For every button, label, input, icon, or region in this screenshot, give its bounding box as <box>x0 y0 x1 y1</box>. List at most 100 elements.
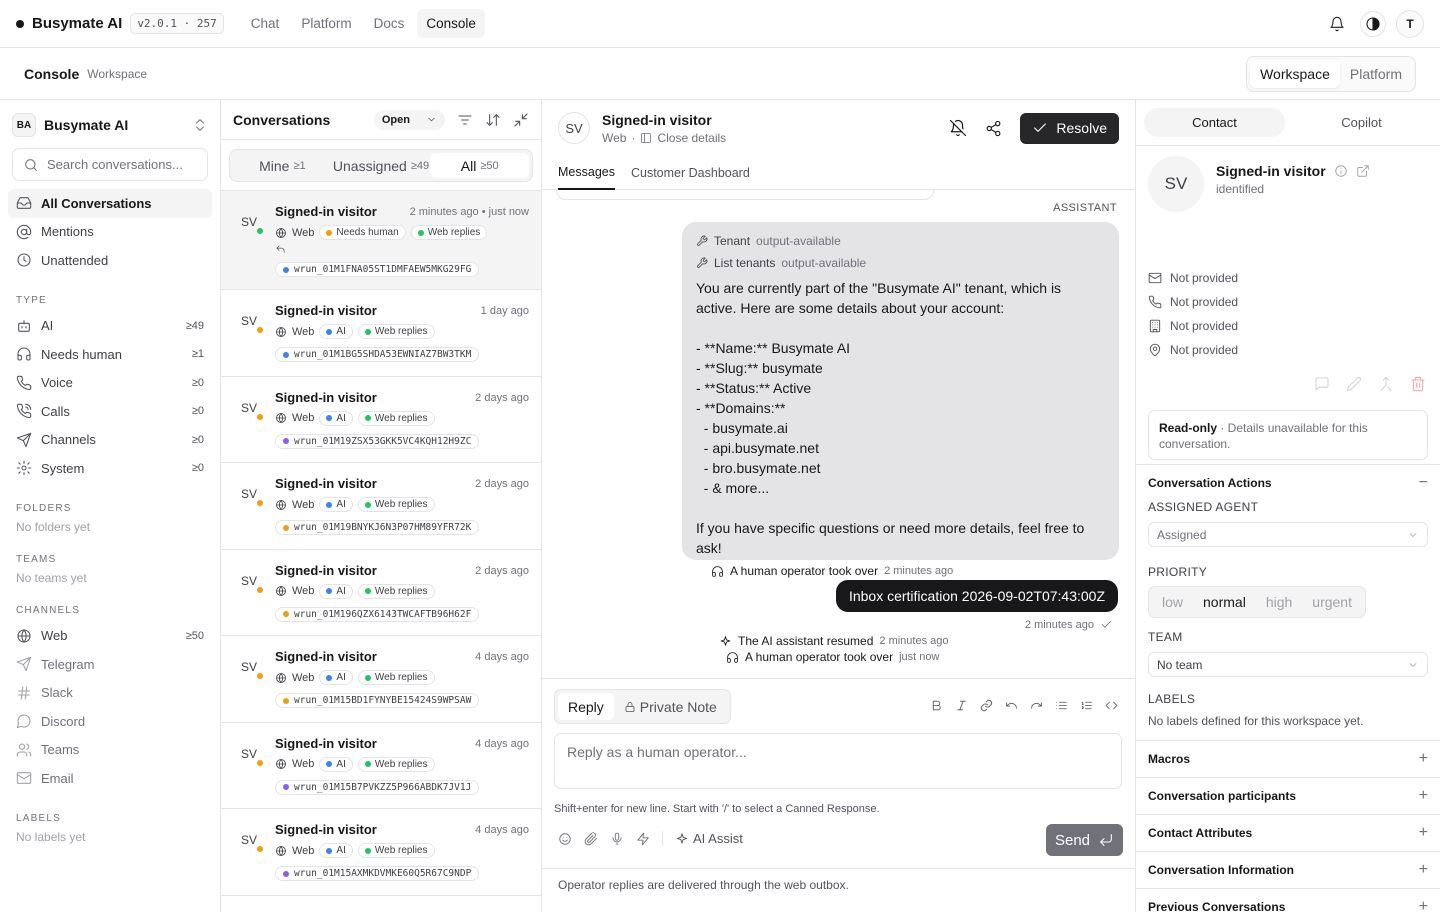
resolve-button[interactable]: Resolve <box>1020 112 1119 144</box>
conversation-row[interactable]: SV Signed-in visitor 4 days ago Web AI Web re… <box>221 809 541 896</box>
tab-mine[interactable]: Mine ≥1 <box>233 153 332 178</box>
section-conversation-information[interactable]: Conversation Information + <box>1136 851 1440 888</box>
status-filter-dropdown[interactable]: Open <box>373 109 445 130</box>
sidebar-item-channels[interactable]: Channels ≥0 <box>8 426 212 455</box>
conversation-row[interactable]: SV Signed-in visitor 4 days ago Web AI Web re… <box>221 723 541 809</box>
sidebar-item-unattended[interactable]: Unattended <box>8 246 212 275</box>
sidebar-item-telegram[interactable]: Telegram <box>8 650 212 679</box>
tab-unassigned[interactable]: Unassigned ≥49 <box>332 153 431 178</box>
info-icon[interactable] <box>1334 164 1348 178</box>
tab-private-note[interactable]: Private Note <box>614 693 727 720</box>
section-macros[interactable]: Macros + <box>1136 740 1440 777</box>
collapse-minus-icon[interactable]: − <box>1419 474 1428 492</box>
conversation-row[interactable]: SV Signed-in visitor 2 minutes ago • just … <box>221 191 541 290</box>
sidebar-item-all-conversations[interactable]: All Conversations <box>8 189 212 218</box>
mail-icon <box>16 770 32 786</box>
sidebar-item-slack[interactable]: Slack <box>8 679 212 708</box>
section-conversation-participants[interactable]: Conversation participants + <box>1136 777 1440 814</box>
composer-tools: AI Assist <box>558 831 743 846</box>
tool-call-list-tenants[interactable]: List tenants output-available <box>696 252 1105 274</box>
edit-icon[interactable] <box>1346 376 1362 392</box>
event-text: A human operator took over <box>730 564 879 578</box>
priority-low[interactable]: low <box>1152 590 1193 614</box>
theme-toggle-icon[interactable] <box>1360 10 1386 37</box>
code-icon[interactable] <box>1105 699 1118 712</box>
numbered-list-icon[interactable] <box>1080 699 1093 712</box>
tab-messages[interactable]: Messages <box>558 156 615 190</box>
user-avatar[interactable]: T <box>1396 9 1424 38</box>
merge-icon[interactable] <box>1378 376 1394 392</box>
reply-input[interactable]: Reply as a human operator... <box>554 733 1122 789</box>
brand-name[interactable]: Busymate AI <box>32 15 122 32</box>
expand-plus-icon[interactable]: + <box>1419 787 1428 805</box>
bell-off-icon[interactable] <box>949 119 967 137</box>
expand-plus-icon[interactable]: + <box>1419 824 1428 842</box>
share-icon[interactable] <box>985 120 1002 137</box>
conversation-row[interactable]: SV Signed-in visitor 4 days ago Web AI Web re… <box>221 636 541 723</box>
sidebar-item-voice[interactable]: Voice ≥0 <box>8 369 212 398</box>
priority-normal[interactable]: normal <box>1193 590 1256 614</box>
ai-assist-button[interactable]: AI Assist <box>662 831 743 846</box>
sidebar-item-email[interactable]: Email <box>8 764 212 793</box>
nav-docs[interactable]: Docs <box>365 9 414 38</box>
assigned-agent-select[interactable]: Assigned <box>1148 522 1428 547</box>
sidebar-item-calls[interactable]: Calls ≥0 <box>8 397 212 426</box>
send-button[interactable]: Send <box>1046 824 1123 856</box>
nav-console[interactable]: Console <box>417 9 485 38</box>
redo-icon[interactable] <box>1030 699 1043 712</box>
link-icon[interactable] <box>980 699 993 712</box>
italic-icon[interactable] <box>955 699 968 712</box>
expand-plus-icon[interactable]: + <box>1419 898 1428 912</box>
tab-all[interactable]: All ≥50 <box>430 153 530 178</box>
expand-plus-icon[interactable]: + <box>1419 750 1428 768</box>
nav-platform[interactable]: Platform <box>292 9 360 38</box>
section-contact-attributes[interactable]: Contact Attributes + <box>1136 814 1440 851</box>
filter-icon[interactable] <box>457 112 473 128</box>
contact-email-field: Not provided <box>1148 271 1238 285</box>
sidebar-item-mentions[interactable]: Mentions <box>8 218 212 247</box>
workspace-switcher[interactable]: BA Busymate AI <box>8 110 212 138</box>
close-details-link[interactable]: Close details <box>657 131 726 145</box>
tab-contact[interactable]: Contact <box>1144 108 1285 137</box>
notifications-bell-icon[interactable] <box>1324 11 1350 37</box>
sidebar-item-ai[interactable]: AI ≥49 <box>8 312 212 341</box>
tab-reply[interactable]: Reply <box>558 693 614 720</box>
bold-icon[interactable] <box>930 699 943 712</box>
sort-icon[interactable] <box>485 112 501 128</box>
chat-actions: Resolve <box>949 112 1119 144</box>
sidebar-item-discord[interactable]: Discord <box>8 707 212 736</box>
message-square-icon[interactable] <box>1314 376 1330 392</box>
priority-high[interactable]: high <box>1256 590 1302 614</box>
nav-chat[interactable]: Chat <box>242 9 289 38</box>
bullet-list-icon[interactable] <box>1055 699 1068 712</box>
tab-customer-dashboard[interactable]: Customer Dashboard <box>631 156 750 190</box>
trash-icon[interactable] <box>1410 376 1426 392</box>
tab-copilot[interactable]: Copilot <box>1291 108 1432 137</box>
section-previous-conversations[interactable]: Previous Conversations + <box>1136 888 1440 912</box>
paperclip-icon[interactable] <box>584 831 598 846</box>
expand-plus-icon[interactable]: + <box>1419 861 1428 879</box>
sidebar-item-web[interactable]: Web ≥50 <box>8 622 212 651</box>
sidebar-item-needs-human[interactable]: Needs human ≥1 <box>8 340 212 369</box>
team-select[interactable]: No team <box>1148 652 1428 677</box>
sidebar-item-teams[interactable]: Teams <box>8 736 212 765</box>
field-value: Not provided <box>1170 295 1239 309</box>
conversation-row[interactable]: SV Signed-in visitor 2 days ago Web AI Web re… <box>221 377 541 463</box>
emoji-icon[interactable] <box>558 832 572 846</box>
scope-workspace-button[interactable]: Workspace <box>1250 59 1340 88</box>
conversation-row[interactable]: SV Signed-in visitor 2 days ago Web AI Web re… <box>221 550 541 636</box>
undo-icon[interactable] <box>1005 699 1018 712</box>
external-link-icon[interactable] <box>1356 164 1370 178</box>
conversation-row[interactable]: SV Signed-in visitor 1 day ago Web AI Web rep… <box>221 290 541 377</box>
priority-urgent[interactable]: urgent <box>1302 590 1362 614</box>
lightning-icon[interactable] <box>636 832 650 846</box>
sidebar-item-system[interactable]: System ≥0 <box>8 454 212 483</box>
collapse-icon[interactable] <box>513 112 529 128</box>
scope-platform-button[interactable]: Platform <box>1340 60 1412 88</box>
search-input[interactable]: Search conversations... <box>12 148 208 181</box>
conversation-row[interactable]: SV Signed-in visitor 2 days ago Web AI Web re… <box>221 463 541 550</box>
tool-call-tenant[interactable]: Tenant output-available <box>696 230 1105 252</box>
microphone-icon[interactable] <box>610 832 624 846</box>
conversation-actions-header[interactable]: Conversation Actions − <box>1148 465 1428 500</box>
globe-icon <box>275 585 287 597</box>
